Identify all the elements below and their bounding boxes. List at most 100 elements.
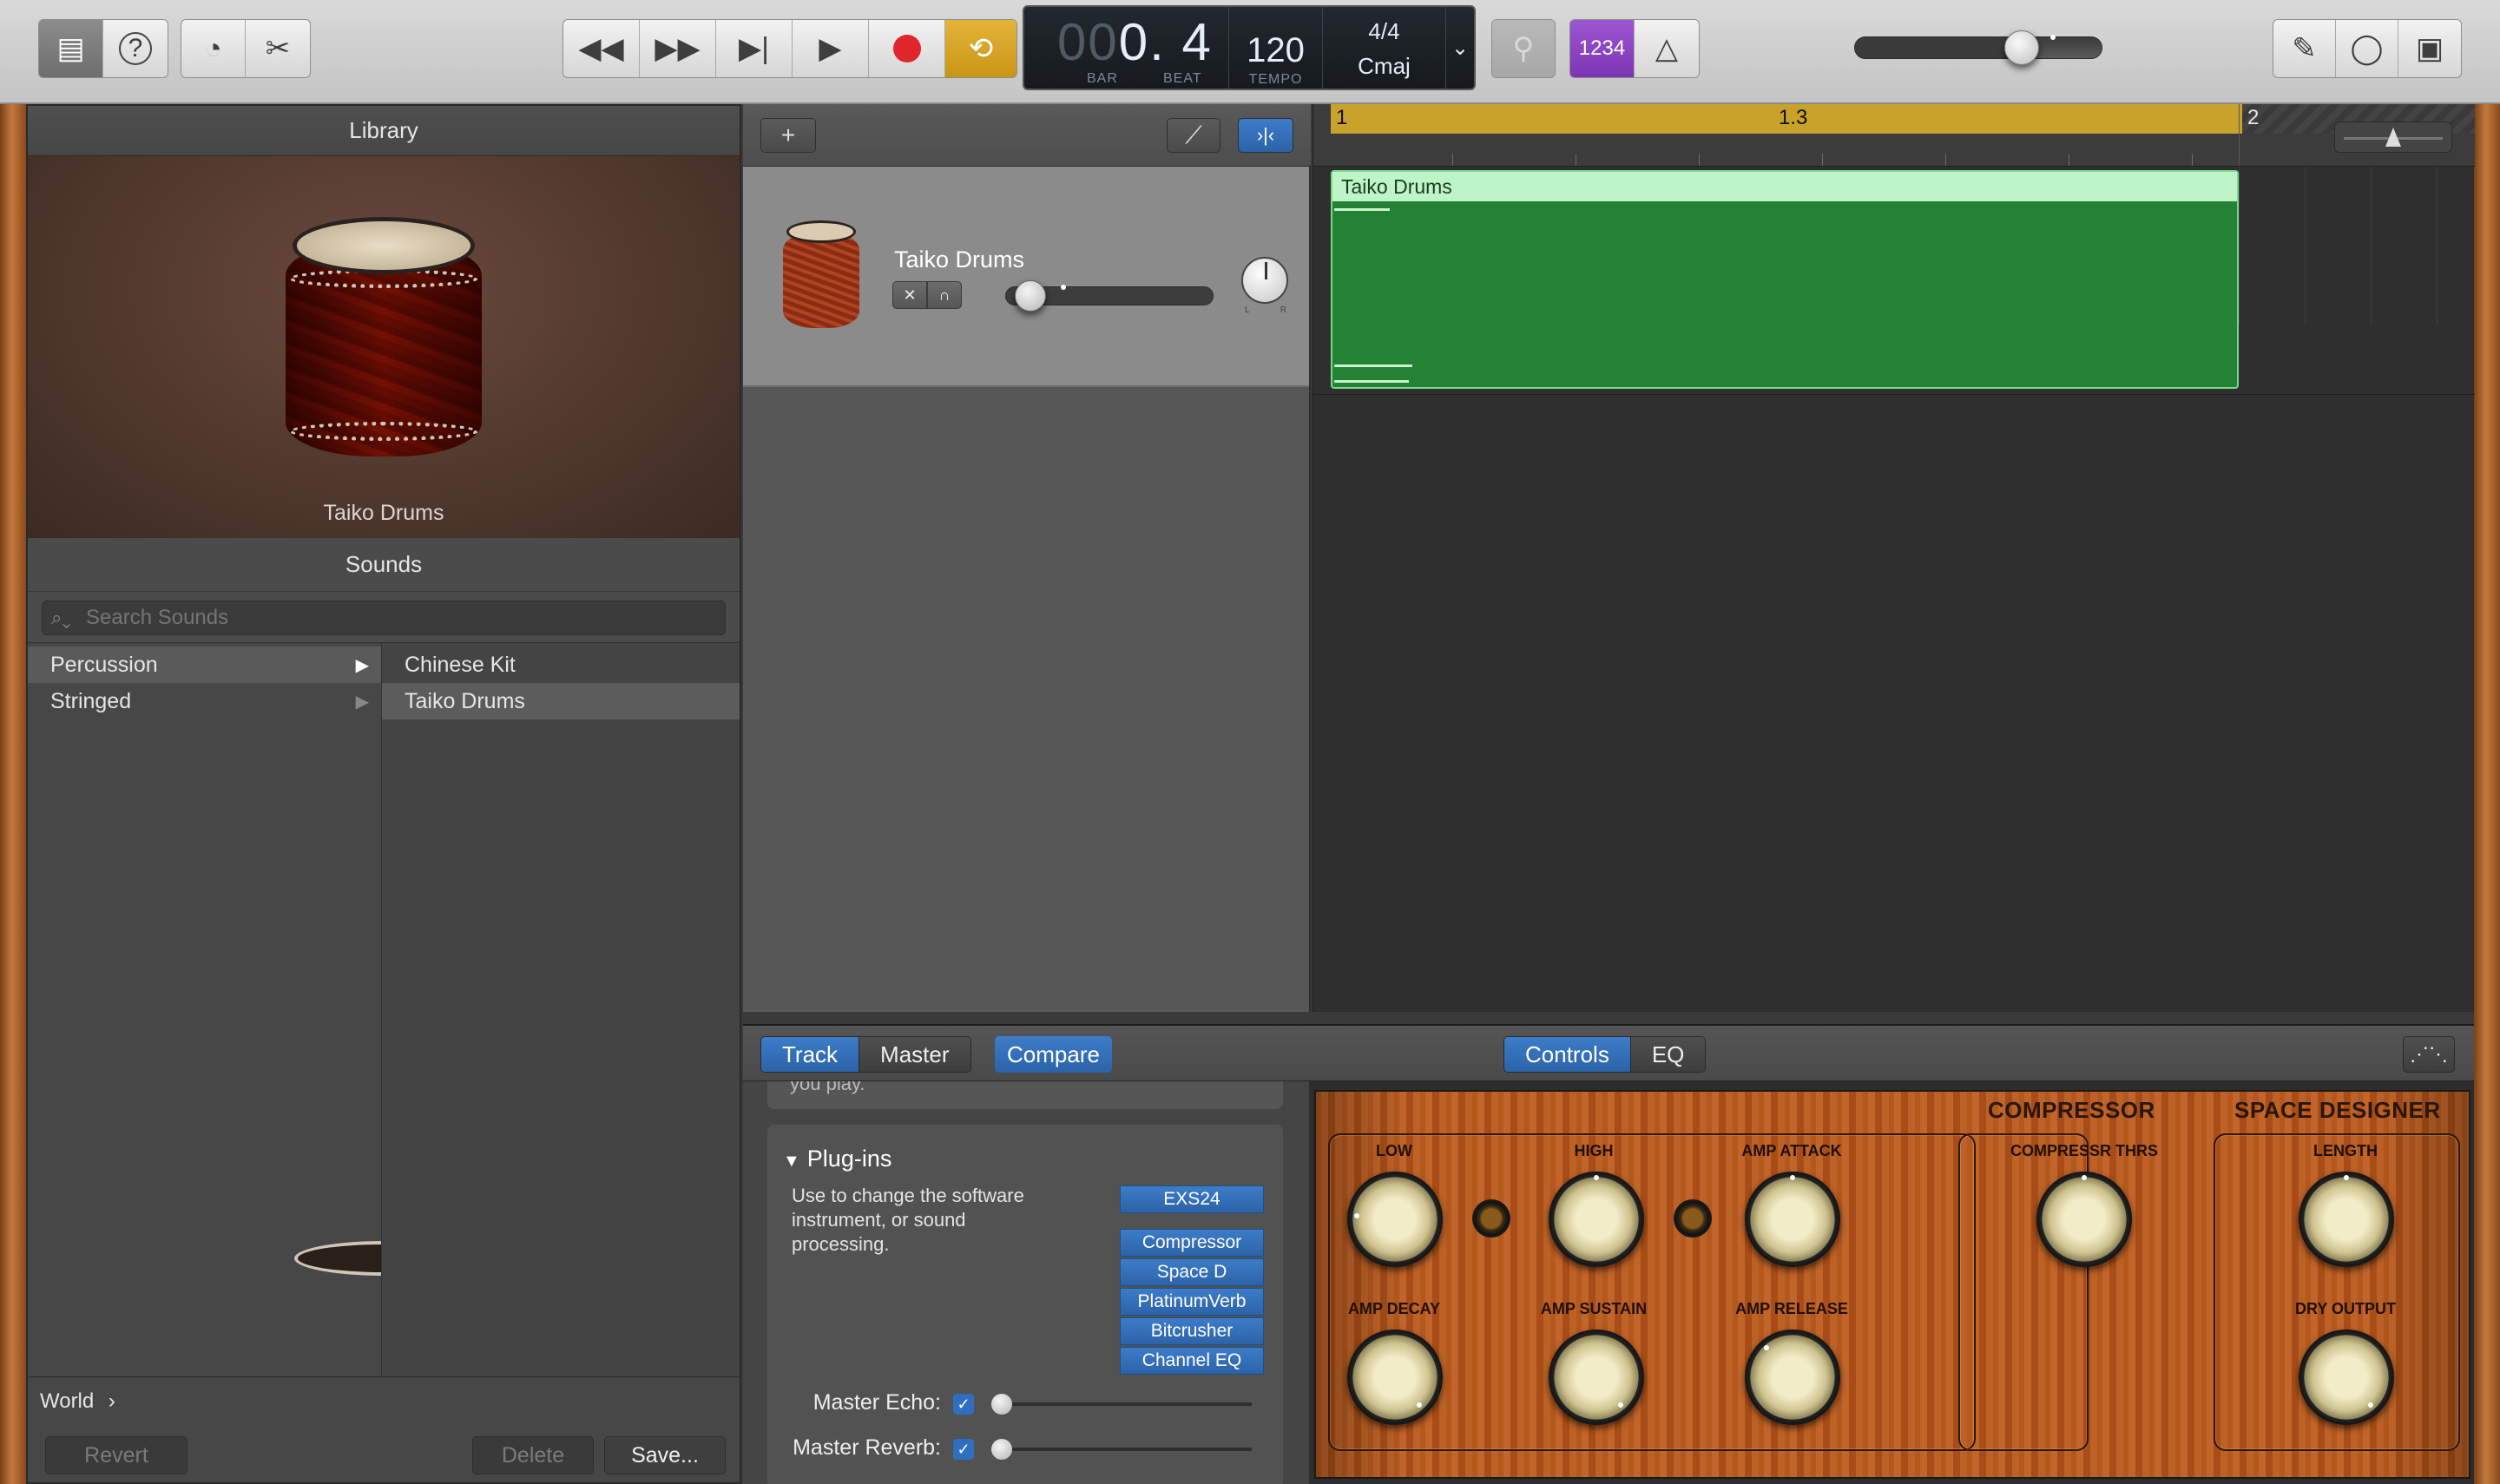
play-button[interactable]: ▶ (793, 20, 869, 77)
loop-browser-icon: ◯ (2350, 32, 2384, 65)
sounds-title: Sounds (28, 538, 740, 592)
plugin-slot-3[interactable]: PlatinumVerb (1120, 1288, 1264, 1316)
plugin-instrument-slot[interactable]: EXS24 (1120, 1185, 1264, 1213)
amp-release-knob[interactable] (1745, 1330, 1840, 1425)
smart-controls-button[interactable]: ◔ (181, 20, 246, 77)
disclosure-arrow-icon: ▶ (355, 692, 369, 712)
arpeggiator-button[interactable]: ⋰⋱ (2403, 1036, 2455, 1073)
compressor-threshold-knob[interactable] (2036, 1172, 2132, 1267)
tab-controls[interactable]: Controls (1504, 1037, 1631, 1072)
track-name: Taiko Drums (894, 246, 1025, 273)
amp-decay-knob[interactable] (1347, 1330, 1443, 1425)
lcd-display[interactable]: 000. 4 BAR BEAT 120 TEMPO 4/4 Cmaj ⌄ (1023, 5, 1476, 90)
rewind-button[interactable]: ◀◀ (563, 20, 640, 77)
tuner-button[interactable]: ⚲ (1492, 20, 1555, 77)
search-input[interactable] (86, 606, 607, 630)
revert-button[interactable]: Revert (45, 1436, 188, 1474)
master-volume-knob[interactable] (2004, 30, 2056, 65)
pan-knob[interactable] (1241, 257, 1288, 304)
breadcrumb[interactable]: World › (40, 1389, 115, 1414)
count-in-button[interactable]: 1234 (1570, 20, 1635, 77)
mute-button[interactable]: ✕ (892, 281, 927, 309)
plugin-slot-2[interactable]: Space D (1120, 1258, 1264, 1286)
ruler-tick (2192, 154, 2193, 166)
cycle-button[interactable]: ⟲ (945, 20, 1016, 77)
tuner-group: ⚲ (1491, 19, 1556, 78)
go-to-end-button[interactable]: ▶| (716, 20, 793, 77)
automation-button[interactable]: ⟋ (1167, 118, 1220, 153)
time-signature: 4/4 (1368, 18, 1400, 44)
notepad-button[interactable]: ✎ (2273, 20, 2336, 77)
help-button[interactable]: ? (103, 20, 168, 77)
slider-knob[interactable] (991, 1439, 1012, 1460)
midi-region[interactable]: Taiko Drums (1331, 170, 2239, 389)
slider-knob[interactable] (991, 1394, 1012, 1415)
mute-icon: ✕ (903, 286, 917, 304)
library-button[interactable]: ▤ (39, 20, 103, 77)
solo-button[interactable]: ∩ (927, 281, 962, 309)
arrange-area[interactable]: 1 1.3 2 Taiko Drums (1312, 104, 2475, 1012)
track-list: Taiko Drums ✕ ∩ L R (743, 167, 1311, 1012)
track-volume-knob[interactable] (1015, 280, 1067, 312)
breadcrumb-world: World (40, 1389, 95, 1413)
metronome-button[interactable]: △ (1635, 20, 1699, 77)
master-echo-checkbox[interactable]: ✓ (953, 1394, 974, 1415)
browser-group: ✎ ◯ ▣ (2273, 19, 2462, 78)
view-group: ▤ ? (38, 19, 168, 78)
plugin-slot-5[interactable]: Channel EQ (1120, 1347, 1264, 1375)
category-percussion[interactable]: Percussion ▶ (28, 647, 381, 683)
plugin-slot-4[interactable]: Bitcrusher (1120, 1317, 1264, 1345)
amp-attack-knob[interactable] (1745, 1172, 1840, 1267)
disclosure-arrow-icon: ▶ (355, 655, 369, 675)
compare-button[interactable]: Compare (995, 1036, 1112, 1073)
metronome-icon: △ (1655, 32, 1679, 65)
plugins-header[interactable]: ▼ Plug-ins (783, 1146, 891, 1172)
length-knob[interactable] (2299, 1172, 2394, 1267)
zoom-thumb[interactable] (2385, 128, 2401, 147)
loop-browser-button[interactable]: ◯ (2336, 20, 2398, 77)
category-stringed[interactable]: Stringed ▶ (28, 683, 381, 719)
master-reverb-slider[interactable] (991, 1439, 1252, 1460)
category-label: Percussion (50, 652, 158, 677)
fast-forward-button[interactable]: ▶▶ (640, 20, 716, 77)
edit-group: ◔ ✂ (181, 19, 311, 78)
sound-browser: Percussion ▶ Stringed ▶ Chinese Kit Taik… (28, 642, 740, 1382)
zoom-slider[interactable] (2334, 121, 2452, 153)
add-track-button[interactable]: + (760, 118, 816, 153)
ruler-tick (1699, 154, 1700, 166)
track-header-row[interactable]: Taiko Drums ✕ ∩ L R (743, 167, 1309, 387)
ruler[interactable]: 1 1.3 2 (1313, 104, 2475, 167)
master-echo-slider[interactable] (991, 1394, 1252, 1415)
automation-icon: ⟋ (1185, 121, 1202, 148)
search-field[interactable]: ⌕⌄ (42, 601, 726, 635)
plugin-slot-1[interactable]: Compressor (1120, 1229, 1264, 1257)
amp-decay-label: AMP DECAY (1347, 1300, 1441, 1317)
tab-master[interactable]: Master (859, 1037, 970, 1072)
amp-sustain-knob[interactable] (1549, 1330, 1644, 1425)
tempo-value: 120 (1247, 31, 1305, 69)
smart-controls-bar: Track Master Compare Controls EQ ⋰⋱ (743, 1026, 2474, 1081)
lcd-position-value: 0. 4 (1118, 13, 1213, 71)
catch-playhead-button[interactable]: ›|‹ (1238, 118, 1293, 153)
category-label: Stringed (50, 688, 132, 713)
tab-eq[interactable]: EQ (1630, 1037, 1706, 1072)
tab-track[interactable]: Track (761, 1037, 860, 1072)
sound-item-chinese-kit[interactable]: Chinese Kit (382, 647, 740, 683)
record-button[interactable] (869, 20, 945, 77)
master-reverb-checkbox[interactable]: ✓ (953, 1439, 974, 1460)
editors-button[interactable]: ✂ (246, 20, 310, 77)
save-button[interactable]: Save... (604, 1436, 726, 1474)
high-knob[interactable] (1549, 1172, 1644, 1267)
master-volume-slider[interactable] (1854, 30, 2102, 65)
media-browser-button[interactable]: ▣ (2398, 20, 2461, 77)
delete-button[interactable]: Delete (472, 1436, 594, 1474)
sound-item-label: Chinese Kit (405, 652, 516, 677)
lcd-menu-button[interactable]: ⌄ (1446, 7, 1474, 89)
low-knob[interactable] (1347, 1172, 1443, 1267)
track-volume-slider[interactable] (1005, 280, 1214, 312)
plugins-section: ▼ Plug-ins Use to change the software ins… (767, 1125, 1283, 1484)
ruler-tick (1945, 154, 1946, 166)
sound-item-taiko-drums[interactable]: Taiko Drums (382, 683, 740, 719)
dry-output-knob[interactable] (2299, 1330, 2394, 1425)
master-reverb-label: Master Reverb: (793, 1435, 941, 1460)
